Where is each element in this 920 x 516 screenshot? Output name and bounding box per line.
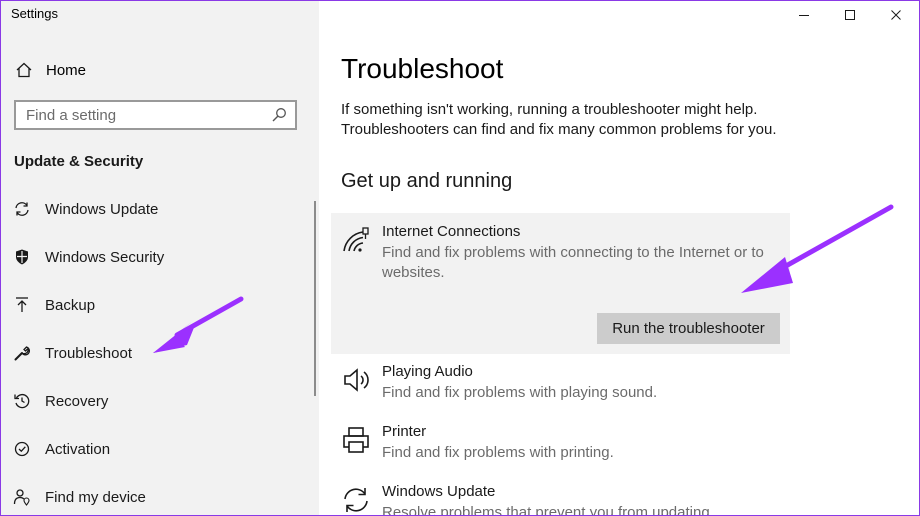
troubleshooter-internet-connections[interactable]: Internet Connections Find and fix proble… xyxy=(331,213,790,281)
maximize-icon xyxy=(845,10,855,20)
settings-window: Settings Home Update & Security Windows … xyxy=(0,0,920,516)
sidebar: Settings Home Update & Security Windows … xyxy=(1,1,319,515)
recovery-icon xyxy=(12,391,32,411)
search-box[interactable] xyxy=(14,100,297,130)
troubleshooter-description: Find and fix problems with printing. xyxy=(382,444,614,461)
sidebar-scrollbar[interactable] xyxy=(314,201,316,396)
run-troubleshooter-button[interactable]: Run the troubleshooter xyxy=(597,313,780,344)
troubleshooter-printer[interactable]: Printer Find and fix problems with print… xyxy=(331,413,790,473)
sidebar-item-windows-update[interactable]: Windows Update xyxy=(1,185,313,233)
section-heading: Get up and running xyxy=(341,170,513,192)
sidebar-item-label: Recovery xyxy=(45,392,109,410)
sidebar-item-label: Backup xyxy=(45,296,96,314)
troubleshooter-title: Windows Update xyxy=(382,483,496,500)
troubleshooter-description: Find and fix problems with playing sound… xyxy=(382,384,658,401)
home-label: Home xyxy=(46,61,87,79)
sidebar-item-recovery[interactable]: Recovery xyxy=(1,377,313,425)
troubleshooter-description: Find and fix problems with connecting to… xyxy=(382,244,764,281)
sidebar-item-label: Find my device xyxy=(45,488,146,506)
printer-icon xyxy=(341,425,371,455)
search-icon[interactable] xyxy=(269,105,289,125)
maximize-button[interactable] xyxy=(827,1,873,29)
activation-icon xyxy=(12,439,32,459)
sidebar-item-label: Activation xyxy=(45,440,111,458)
sidebar-item-find-my-device[interactable]: Find my device xyxy=(1,473,313,515)
sidebar-item-label: Windows Update xyxy=(45,200,159,218)
app-title: Settings xyxy=(11,6,58,21)
sync-icon xyxy=(341,485,371,515)
home-icon xyxy=(14,60,34,80)
sidebar-item-activation[interactable]: Activation xyxy=(1,425,313,473)
sync-icon xyxy=(12,199,32,219)
window-controls xyxy=(781,1,919,29)
page-title: Troubleshoot xyxy=(341,53,504,84)
minimize-button[interactable] xyxy=(781,1,827,29)
sidebar-item-label: Windows Security xyxy=(45,248,165,266)
speaker-icon xyxy=(341,365,371,395)
sidebar-item-home[interactable]: Home xyxy=(1,55,319,85)
backup-arrow-icon xyxy=(12,295,32,315)
sidebar-item-windows-security[interactable]: Windows Security xyxy=(1,233,313,281)
intro-line: If something isn't working, running a tr… xyxy=(341,101,758,118)
shield-icon xyxy=(12,247,32,267)
intro-text: If something isn't working, running a tr… xyxy=(341,100,821,140)
close-button[interactable] xyxy=(873,1,919,29)
wifi-network-icon xyxy=(341,225,371,255)
search-input[interactable] xyxy=(16,106,269,124)
sidebar-item-label: Troubleshoot xyxy=(45,344,132,362)
section-title: Update & Security xyxy=(14,153,144,170)
close-icon xyxy=(891,10,901,20)
troubleshooter-title: Internet Connections xyxy=(382,223,521,240)
intro-line: Troubleshooters can find and fix many co… xyxy=(341,121,777,138)
annotation-arrow-main xyxy=(741,204,894,293)
annotation-arrow-sidebar xyxy=(153,296,244,353)
troubleshooter-description: Resolve problems that prevent you from u… xyxy=(382,504,710,516)
troubleshooter-title: Playing Audio xyxy=(382,363,473,380)
troubleshooter-windows-update[interactable]: Windows Update Resolve problems that pre… xyxy=(331,473,790,516)
troubleshooter-playing-audio[interactable]: Playing Audio Find and fix problems with… xyxy=(331,353,790,413)
person-location-icon xyxy=(12,487,32,507)
troubleshooter-title: Printer xyxy=(382,423,427,440)
minimize-icon xyxy=(799,15,809,16)
wrench-icon xyxy=(12,343,32,363)
